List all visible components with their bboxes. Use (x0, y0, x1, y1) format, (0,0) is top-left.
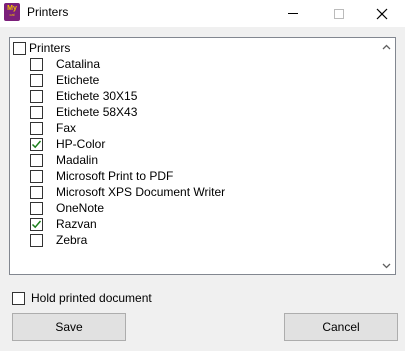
scroll-up-button[interactable] (378, 38, 395, 55)
maximize-icon (334, 8, 344, 19)
printer-label: Etichete (56, 73, 100, 87)
printer-checkbox[interactable] (30, 233, 43, 247)
minimize-button[interactable] (270, 0, 316, 27)
printer-item[interactable]: Madalin (30, 152, 98, 168)
maximize-button[interactable] (316, 0, 362, 27)
checkmark-icon (31, 140, 42, 148)
app-logo-icon: My cal (4, 3, 20, 21)
chevron-down-icon (382, 263, 391, 268)
checkbox[interactable] (13, 41, 26, 55)
printer-checkbox[interactable] (30, 153, 43, 167)
chevron-up-icon (382, 44, 391, 49)
cancel-button[interactable]: Cancel (284, 313, 398, 341)
vertical-scrollbar[interactable] (378, 38, 395, 274)
minimize-icon (288, 13, 298, 14)
printer-item[interactable]: Microsoft Print to PDF (30, 168, 173, 184)
checkmark-icon (31, 220, 42, 228)
tree-root-printers[interactable]: Printers (13, 40, 70, 56)
hold-printed-document-checkbox[interactable] (12, 291, 25, 305)
close-icon (376, 8, 388, 19)
printer-item[interactable]: Fax (30, 120, 76, 136)
printer-label: Microsoft Print to PDF (56, 169, 174, 183)
tree-root-label: Printers (29, 41, 71, 55)
printer-item[interactable]: Etichete (30, 72, 99, 88)
printer-label: Microsoft XPS Document Writer (56, 185, 226, 199)
title-bar: My cal Printers (0, 0, 405, 27)
scroll-down-button[interactable] (378, 257, 395, 274)
printer-item[interactable]: Zebra (30, 232, 87, 248)
printer-label: Etichete 30X15 (56, 89, 138, 103)
save-button[interactable]: Save (12, 313, 126, 341)
window-title: Printers (27, 5, 69, 19)
printer-item[interactable]: OneNote (30, 200, 104, 216)
printer-checkbox[interactable] (30, 57, 43, 71)
printer-checkbox[interactable] (30, 217, 43, 231)
printer-item[interactable]: Razvan (30, 216, 97, 232)
printer-label: Etichete 58X43 (56, 105, 138, 119)
hold-printed-document-label: Hold printed document (31, 291, 152, 305)
printer-label: HP-Color (56, 137, 106, 151)
printer-checkbox[interactable] (30, 185, 43, 199)
printer-checkbox[interactable] (30, 137, 43, 151)
printer-label: Zebra (56, 233, 88, 247)
printer-checkbox[interactable] (30, 73, 43, 87)
printer-checkbox[interactable] (30, 89, 43, 103)
hold-printed-document-option[interactable]: Hold printed document (12, 290, 152, 306)
printer-item[interactable]: Etichete 58X43 (30, 104, 137, 120)
printer-tree-list[interactable]: Printers Catalina Etichete Etichete 30X15 E… (9, 37, 396, 275)
printer-label: Catalina (56, 57, 101, 71)
printer-checkbox[interactable] (30, 169, 43, 183)
printer-item[interactable]: Catalina (30, 56, 100, 72)
close-button[interactable] (359, 0, 405, 27)
app-logo-text-top: My (7, 5, 17, 12)
printer-item[interactable]: Microsoft XPS Document Writer (30, 184, 225, 200)
printer-label: Madalin (56, 153, 99, 167)
app-logo-text-bottom: cal (9, 12, 15, 17)
printer-item[interactable]: Etichete 30X15 (30, 88, 137, 104)
printer-checkbox[interactable] (30, 121, 43, 135)
printer-label: Fax (56, 121, 77, 135)
printer-checkbox[interactable] (30, 105, 43, 119)
printer-label: Razvan (56, 217, 97, 231)
printer-checkbox[interactable] (30, 201, 43, 215)
printer-item[interactable]: HP-Color (30, 136, 105, 152)
printer-label: OneNote (56, 201, 105, 215)
